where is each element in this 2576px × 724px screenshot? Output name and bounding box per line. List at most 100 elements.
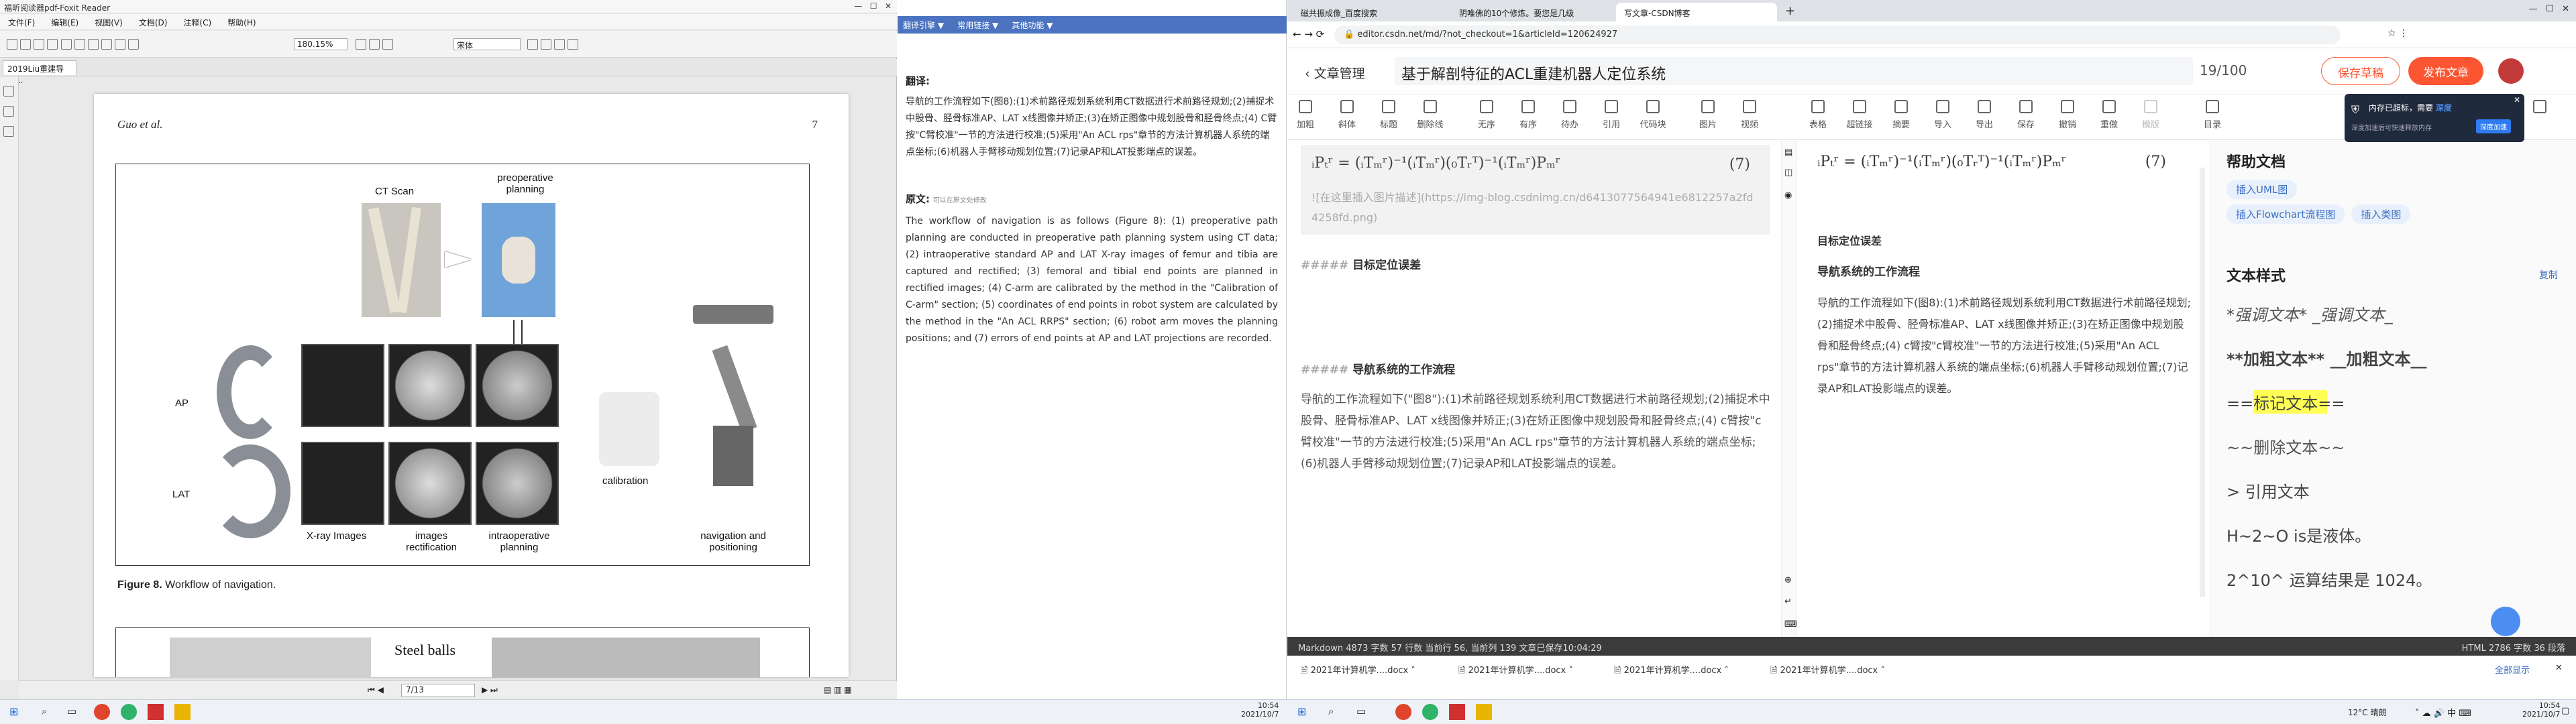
- video-button[interactable]: 视频: [1731, 100, 1768, 130]
- show-all-button[interactable]: 全部显示: [2495, 663, 2530, 676]
- stamp-icon[interactable]: [568, 39, 579, 50]
- download-item[interactable]: 🗎 2021年计算机学....docx ˄: [1458, 663, 1573, 679]
- first-page-button[interactable]: ⏮ ◀: [368, 685, 384, 695]
- keyboard-icon[interactable]: ⌨: [1784, 619, 1797, 629]
- window-controls[interactable]: — ☐ ✕: [854, 1, 892, 11]
- close-downloads-icon[interactable]: ✕: [2555, 663, 2563, 673]
- select-text-icon[interactable]: [369, 39, 380, 50]
- quote-button[interactable]: 引用: [1593, 100, 1629, 130]
- view-mode-icons[interactable]: ▤ ▥ ▦: [824, 685, 852, 695]
- tab-csdn[interactable]: 写文章-CSDN博客: [1616, 3, 1777, 21]
- download-item[interactable]: 🗎 2021年计算机学....docx ˄: [1614, 663, 1729, 679]
- avatar[interactable]: [2498, 58, 2524, 84]
- article-manage-link[interactable]: ‹ 文章管理: [1305, 64, 1365, 82]
- rotate-icon[interactable]: [128, 39, 140, 50]
- scroll-top-icon[interactable]: [2491, 607, 2520, 636]
- redo-button[interactable]: 模版: [2133, 100, 2169, 130]
- download-item[interactable]: 🗎 2021年计算机学....docx ˄: [1301, 663, 1415, 679]
- print-icon[interactable]: [34, 39, 45, 50]
- preview-scrollbar[interactable]: [2200, 168, 2205, 597]
- search-icon[interactable]: ⌕: [42, 705, 47, 717]
- article-title-input[interactable]: 基于解剖特征的ACL重建机器人定位系统: [1395, 57, 2193, 85]
- italic-button[interactable]: 斜体: [1329, 100, 1365, 130]
- notification-icon[interactable]: ▢: [2561, 706, 2569, 716]
- nav-buttons[interactable]: ← → ⟳: [1293, 28, 1324, 40]
- common-links-menu[interactable]: 常用链接 ▼: [952, 16, 1004, 34]
- image-button[interactable]: 图片: [1690, 100, 1726, 130]
- zoom-in-icon[interactable]: [87, 39, 99, 50]
- template-button[interactable]: 目录: [2194, 100, 2231, 130]
- translation-text[interactable]: 导航的工作流程如下(图8):(1)术前路径规划系统利用CT数据进行术前路径规划;…: [906, 94, 1278, 161]
- url-field[interactable]: 🔒 editor.csdn.net/md/?not_checkout=1&art…: [1334, 25, 2341, 44]
- pdf-document-tab[interactable]: 2019Liu重建导航...: [3, 60, 76, 85]
- chrome-taskbar-icon[interactable]: [1395, 704, 1411, 720]
- strike-button[interactable]: 删除线: [1412, 100, 1448, 130]
- bold-button[interactable]: 加粗: [1287, 100, 1324, 130]
- menu-comment[interactable]: 注释(C): [175, 14, 219, 31]
- summary-button[interactable]: 摘要: [1883, 100, 1919, 130]
- folder-taskbar-icon[interactable]: [1476, 704, 1492, 720]
- chip-class-diagram[interactable]: 插入类图: [2351, 204, 2411, 224]
- sync-scroll-icon[interactable]: ▤: [1784, 147, 1792, 158]
- start-button-icon[interactable]: ⊞: [9, 705, 18, 718]
- menu-view[interactable]: 视图(V): [87, 14, 131, 31]
- app-taskbar-icon[interactable]: [121, 704, 137, 720]
- preview-toggle-icon[interactable]: ◫: [1784, 168, 1792, 178]
- search-icon[interactable]: ⌕: [1328, 705, 1334, 717]
- task-view-icon[interactable]: ▭: [67, 705, 76, 717]
- typewriter-icon[interactable]: [541, 39, 552, 50]
- save-button[interactable]: 撤销: [2049, 100, 2086, 130]
- chip-uml[interactable]: 插入UML图: [2226, 180, 2298, 199]
- export-button[interactable]: 保存: [2008, 100, 2044, 130]
- todo-button[interactable]: 待办: [1552, 100, 1588, 130]
- tray-icons[interactable]: ˄ ☁ 🔊 中 ⌨: [2415, 706, 2471, 719]
- menu-file[interactable]: 文件(F): [0, 14, 43, 31]
- fit-page-icon[interactable]: [115, 39, 126, 50]
- zoom-select[interactable]: 180.15%: [294, 38, 347, 50]
- vote-button[interactable]: 导入: [1925, 100, 1961, 130]
- open-icon[interactable]: [7, 39, 17, 50]
- clock-right[interactable]: 10:54 2021/10/7: [2522, 701, 2560, 719]
- app-taskbar-icon[interactable]: [1449, 704, 1465, 720]
- task-view-icon[interactable]: ▭: [1356, 705, 1366, 717]
- menu-document[interactable]: 文档(D): [131, 14, 176, 31]
- locate-icon[interactable]: ⊕: [1784, 575, 1792, 585]
- save-icon[interactable]: [20, 39, 32, 50]
- code-block-button[interactable]: 代码块: [1635, 100, 1671, 130]
- tab-article[interactable]: 阴唯佛的10个修炼。要您是几级: [1451, 3, 1612, 21]
- other-functions-menu[interactable]: 其他功能 ▼: [1006, 16, 1058, 34]
- link-button[interactable]: 超链接: [1841, 100, 1878, 130]
- highlight-icon[interactable]: [527, 39, 538, 50]
- menu-help[interactable]: 帮助(H): [219, 14, 264, 31]
- eye-icon[interactable]: ◉: [1784, 190, 1792, 200]
- new-tab-button[interactable]: +: [1785, 4, 1795, 18]
- word-wrap-icon[interactable]: ↵: [1784, 597, 1792, 607]
- undo-button[interactable]: 重做: [2091, 100, 2127, 130]
- page-number-input[interactable]: 7/13: [401, 684, 475, 697]
- chip-flowchart[interactable]: 插入Flowchart流程图: [2226, 204, 2345, 224]
- email-icon[interactable]: [47, 39, 58, 50]
- unordered-list-button[interactable]: 无序: [1468, 100, 1505, 130]
- extensions-icon[interactable]: ☆ ⋮: [2387, 28, 2408, 39]
- bookmark-icon[interactable]: [3, 86, 14, 97]
- snapshot-icon[interactable]: [382, 39, 394, 50]
- translation-engine-menu[interactable]: 翻译引擎 ▼: [898, 16, 949, 34]
- ordered-list-button[interactable]: 有序: [1510, 100, 1546, 130]
- import-button[interactable]: 导出: [1966, 100, 2002, 130]
- folder-taskbar-icon[interactable]: [174, 704, 191, 720]
- zoom-out-icon[interactable]: [101, 39, 112, 50]
- menu-edit[interactable]: 编辑(E): [43, 14, 87, 31]
- download-item[interactable]: 🗎 2021年计算机学....docx ˄: [1770, 663, 1885, 679]
- font-select[interactable]: 宋体: [453, 38, 521, 50]
- start-button-icon[interactable]: ⊞: [1297, 705, 1306, 718]
- layers-icon[interactable]: [3, 126, 14, 137]
- help-button[interactable]: [2522, 100, 2558, 117]
- hand-tool-icon[interactable]: [356, 39, 366, 50]
- window-controls[interactable]: — ☐ ✕: [2529, 4, 2569, 14]
- app-taskbar-icon[interactable]: [148, 704, 164, 720]
- close-icon[interactable]: ✕: [2514, 95, 2520, 105]
- original-text[interactable]: The workflow of navigation is as follows…: [906, 213, 1278, 347]
- copy-link[interactable]: 复制: [2539, 268, 2558, 282]
- save-draft-button[interactable]: 保存草稿: [2321, 57, 2400, 85]
- redo-icon[interactable]: [74, 39, 85, 50]
